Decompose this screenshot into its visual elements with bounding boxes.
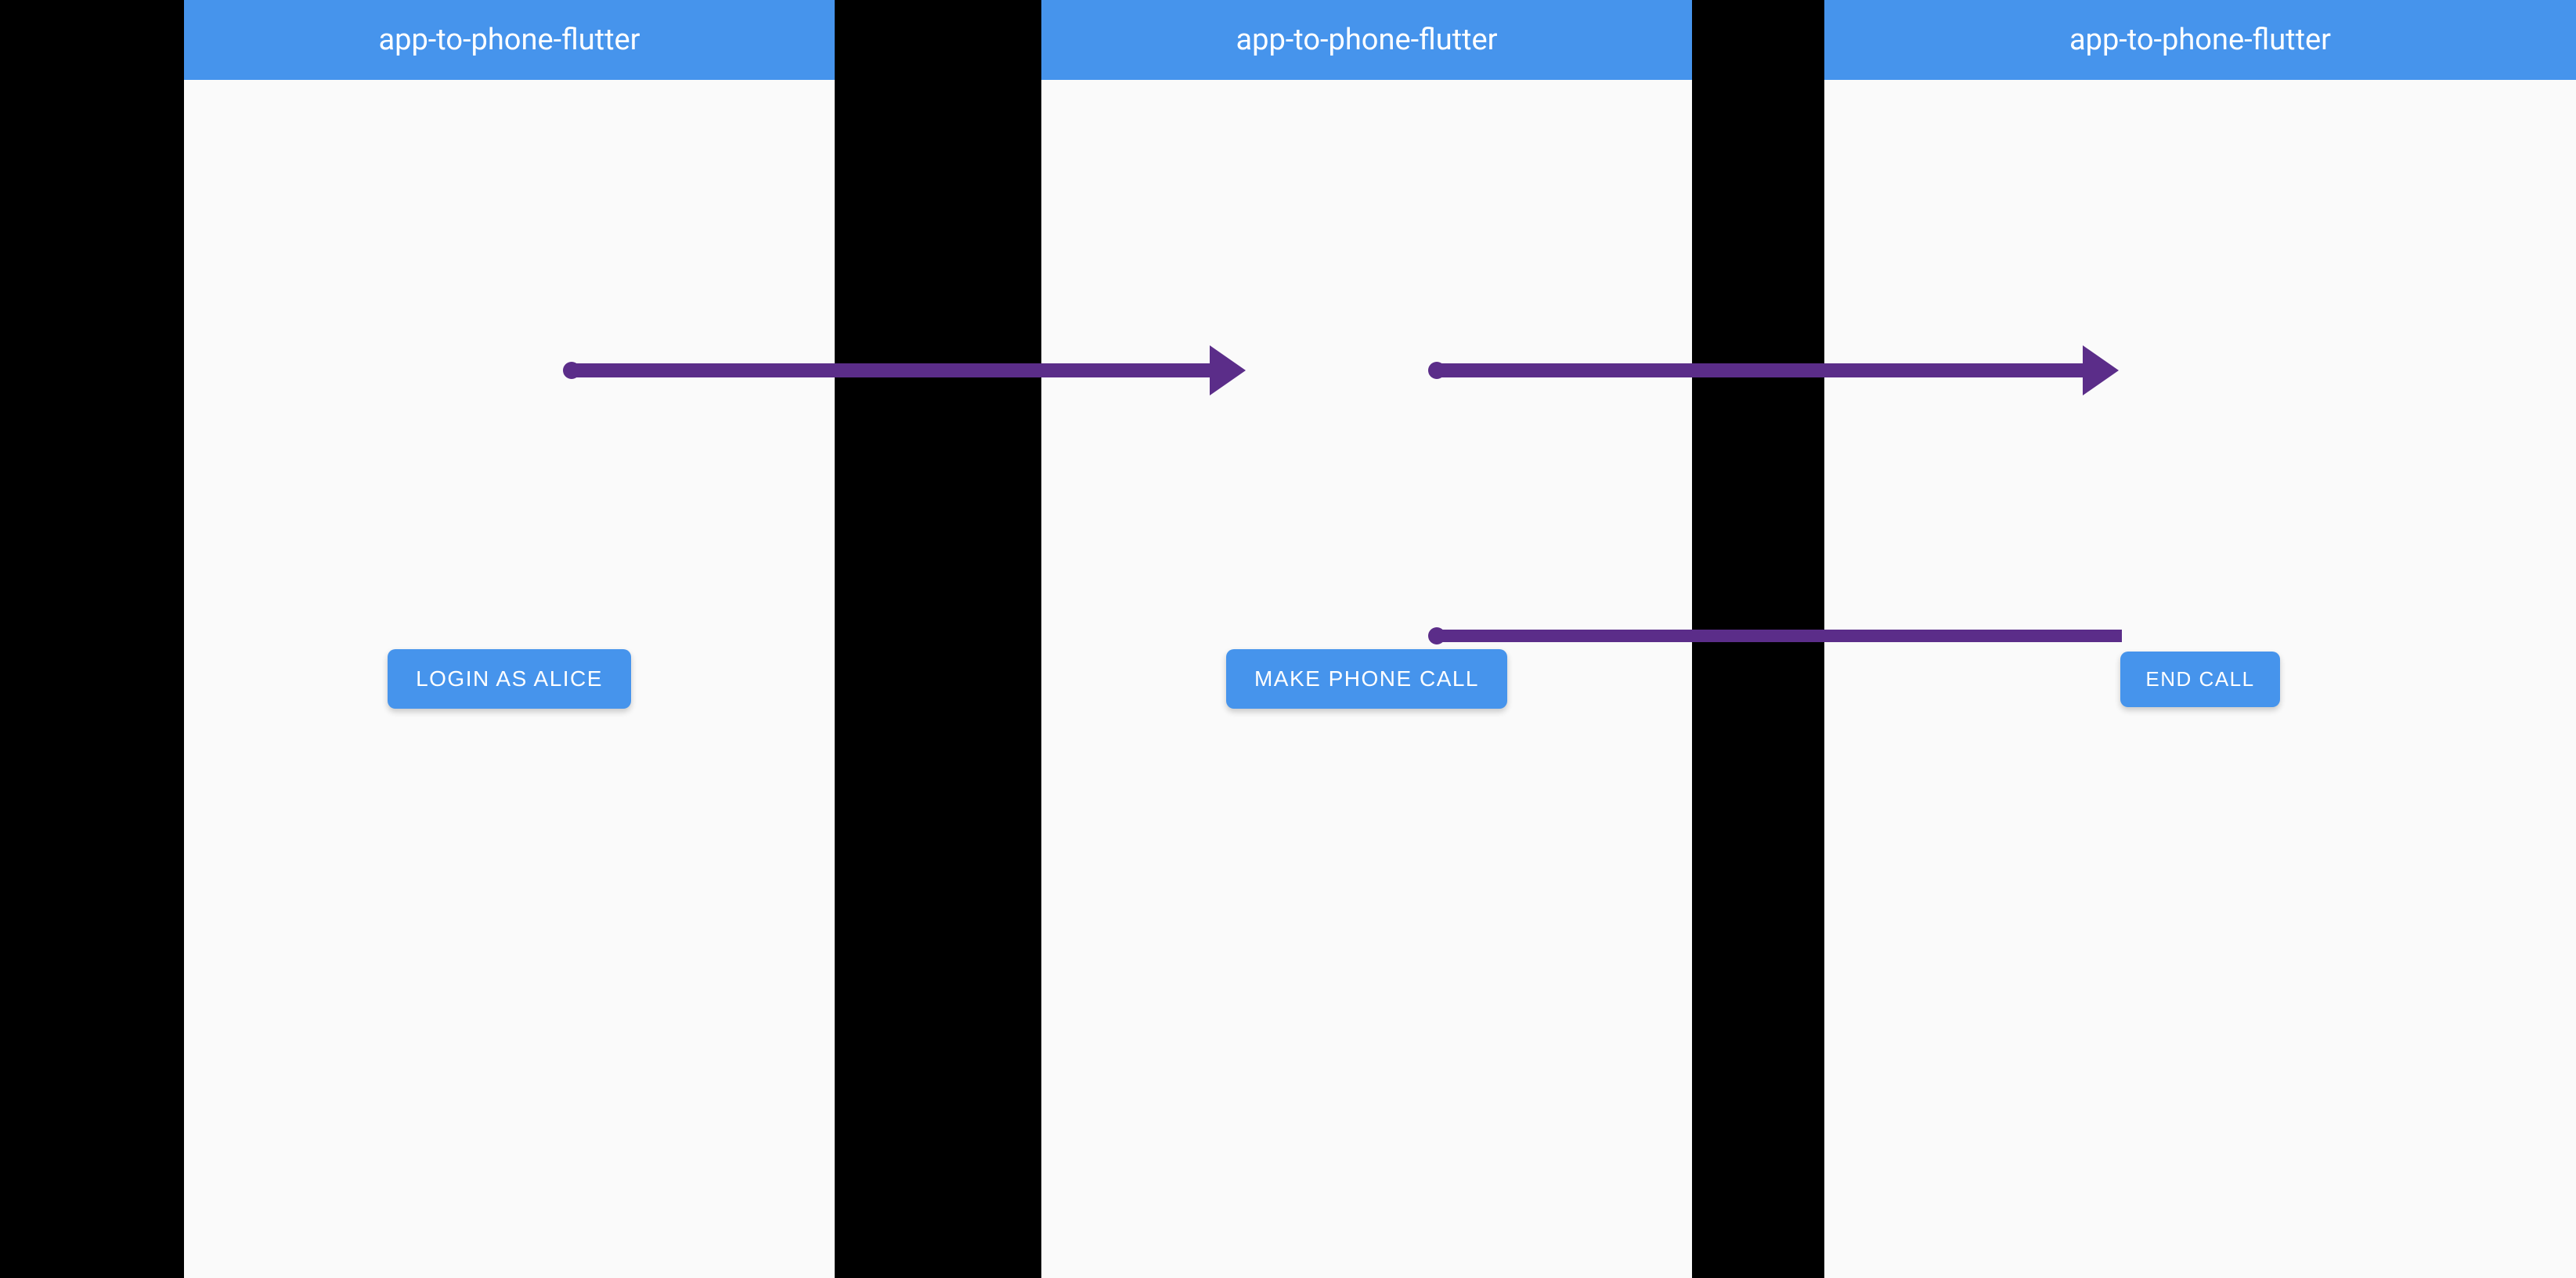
app-title: app-to-phone-flutter	[1236, 23, 1497, 57]
screen-body: END CALL	[1824, 80, 2576, 1278]
flow-line-icon	[1433, 630, 2122, 642]
app-title: app-to-phone-flutter	[2069, 23, 2331, 57]
flow-arrow-icon	[568, 363, 1218, 377]
screen-body: LOGIN AS ALICE	[184, 80, 835, 1278]
app-bar: app-to-phone-flutter	[1824, 0, 2576, 80]
app-title: app-to-phone-flutter	[378, 23, 640, 57]
end-call-button[interactable]: END CALL	[2120, 652, 2279, 707]
make-phone-call-button[interactable]: MAKE PHONE CALL	[1226, 649, 1507, 709]
login-as-alice-button[interactable]: LOGIN AS ALICE	[388, 649, 631, 709]
flow-arrow-icon	[1433, 363, 2091, 377]
screen-body: MAKE PHONE CALL	[1041, 80, 1692, 1278]
screen-login: app-to-phone-flutter LOGIN AS ALICE	[184, 0, 835, 1278]
app-bar: app-to-phone-flutter	[184, 0, 835, 80]
app-bar: app-to-phone-flutter	[1041, 0, 1692, 80]
